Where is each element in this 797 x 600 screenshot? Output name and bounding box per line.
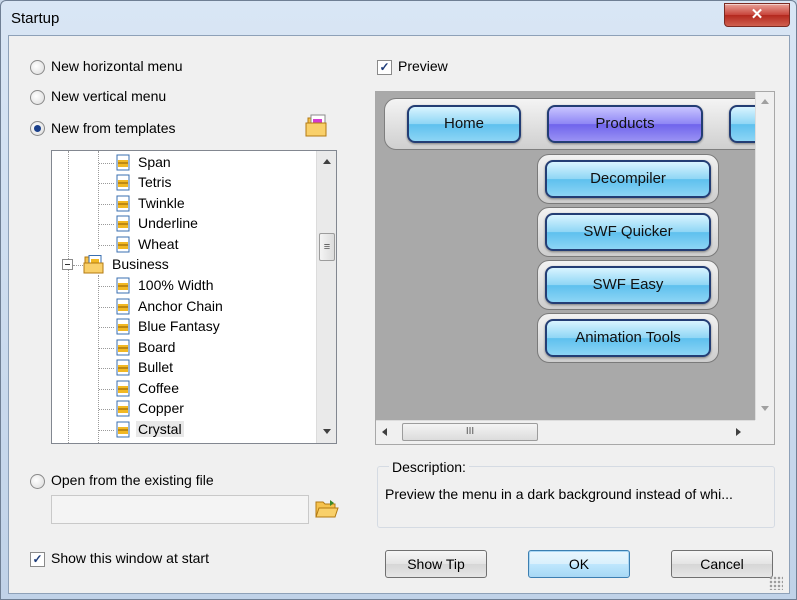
template-file-icon [116,318,130,335]
close-button[interactable]: ✕ [724,3,790,27]
preview-submenu-item[interactable]: SWF Easy [545,266,711,304]
radio-new-vertical[interactable] [30,90,45,105]
template-file-icon [116,380,130,397]
tree-group-label: Business [112,256,169,272]
tree-guide [98,151,99,249]
scroll-up-icon[interactable] [323,159,331,164]
template-file-icon [116,298,130,315]
menu-preview: Home Products Decompiler SWF Quicker SWF… [375,91,775,445]
template-file-icon [116,400,130,417]
dialog-body: New horizontal menu New vertical menu Ne… [8,35,790,594]
close-icon: ✕ [750,6,764,23]
label-show-at-start: Show this window at start [51,550,209,566]
radio-new-from-templates[interactable] [30,121,45,136]
preview-submenu-wrap: Decompiler [537,154,719,204]
preview-menu-bar: Home Products [384,98,755,150]
description-text: Preview the menu in a dark background in… [385,486,733,502]
templates-folder-icon[interactable] [305,114,331,138]
preview-submenu-wrap: SWF Easy [537,260,719,310]
file-path-input[interactable] [51,495,309,524]
preview-submenu-wrap: Animation Tools [537,313,719,363]
template-file-icon [116,236,130,253]
folder-open-icon [83,255,104,274]
template-file-icon [116,421,130,438]
preview-submenu-wrap: SWF Quicker [537,207,719,257]
window-title: Startup [11,10,60,27]
ok-button[interactable]: OK [528,550,630,578]
template-file-icon [116,174,130,191]
template-file-icon [116,339,130,356]
scroll-down-icon[interactable] [761,406,769,411]
scroll-right-icon[interactable] [736,428,741,436]
preview-menu-item-active[interactable]: Products [547,105,703,143]
preview-checkbox[interactable]: ✓ [377,60,392,75]
label-new-vertical: New vertical menu [51,88,167,104]
browse-folder-icon[interactable] [315,499,339,519]
tree-vscrollbar[interactable]: ≡ [316,151,336,443]
template-file-icon [116,154,130,171]
description-title: Description: [389,459,469,475]
label-preview: Preview [398,58,448,74]
radio-open-existing[interactable] [30,474,45,489]
scroll-down-icon[interactable] [323,429,331,434]
hscroll-thumb[interactable]: III [402,423,538,441]
cancel-button[interactable]: Cancel [671,550,773,578]
preview-submenu-item[interactable]: Animation Tools [545,319,711,357]
preview-vscrollbar[interactable] [755,92,774,420]
label-open-existing: Open from the existing file [51,472,214,488]
tree-group-business[interactable]: Business [62,255,212,275]
label-new-from-templates: New from templates [51,120,176,136]
template-file-icon [116,215,130,232]
preview-menu-item[interactable]: Home [407,105,521,143]
radio-new-horizontal[interactable] [30,60,45,75]
scroll-up-icon[interactable] [761,99,769,104]
template-file-icon [116,277,130,294]
preview-submenu-item[interactable]: SWF Quicker [545,213,711,251]
template-file-icon [116,359,130,376]
label-new-horizontal: New horizontal menu [51,58,183,74]
resize-grip-icon[interactable] [769,576,783,590]
template-tree[interactable]: Span Tetris Twinkle Underline Wheat Busi… [51,150,337,444]
preview-canvas: Home Products Decompiler SWF Quicker SWF… [376,92,755,420]
show-at-start-checkbox[interactable]: ✓ [30,552,45,567]
title-bar: Startup ✕ [1,1,796,35]
startup-window: Startup ✕ New horizontal menu New vertic… [0,0,797,600]
scroll-thumb[interactable]: ≡ [319,233,335,261]
tree-guide [68,151,69,443]
scroll-left-icon[interactable] [382,428,387,436]
collapse-icon[interactable] [62,259,73,270]
tree-guide [98,275,99,443]
preview-hscrollbar[interactable]: III [376,420,755,443]
preview-menu-item[interactable] [729,105,755,143]
show-tip-button[interactable]: Show Tip [385,550,487,578]
preview-submenu-item[interactable]: Decompiler [545,160,711,198]
template-file-icon [116,195,130,212]
